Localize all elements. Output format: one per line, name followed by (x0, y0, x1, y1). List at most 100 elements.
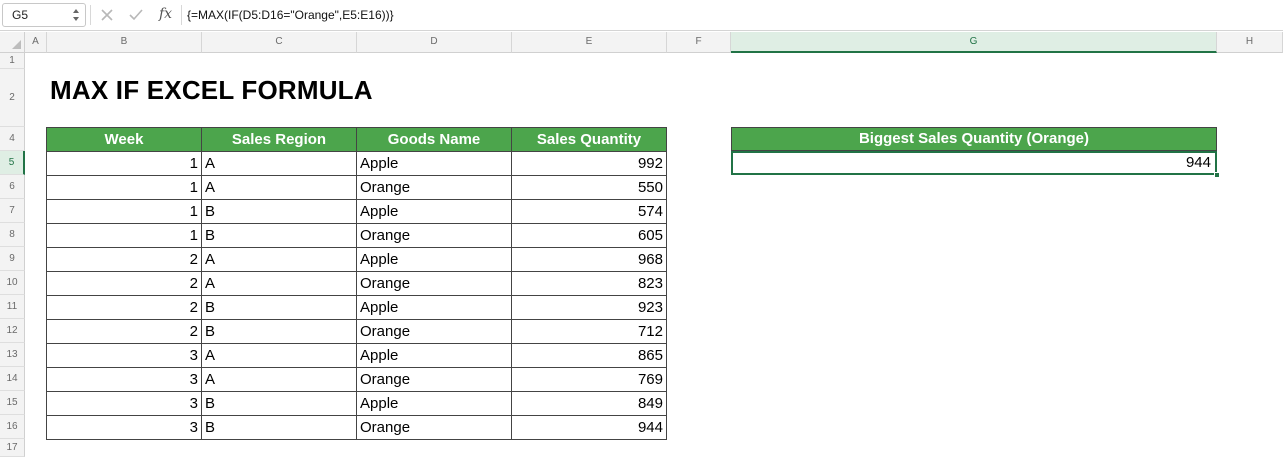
cell-goods[interactable]: Apple (356, 199, 512, 224)
cell-region[interactable]: B (201, 223, 357, 248)
name-box-stepper-icon[interactable] (72, 7, 80, 23)
cell-quantity[interactable]: 923 (511, 295, 667, 320)
cell-region[interactable]: B (201, 415, 357, 440)
table-header-row: Week Sales Region Goods Name Sales Quant… (46, 127, 667, 152)
cell-region[interactable]: B (201, 295, 357, 320)
row-header-15[interactable]: 15 (0, 391, 25, 415)
cell-goods[interactable]: Apple (356, 151, 512, 176)
row-header-4[interactable]: 4 (0, 127, 25, 151)
cell-quantity[interactable]: 865 (511, 343, 667, 368)
cell-goods[interactable]: Apple (356, 247, 512, 272)
row-header-1[interactable]: 1 (0, 53, 25, 69)
cell-goods[interactable]: Orange (356, 271, 512, 296)
check-icon[interactable] (126, 5, 146, 25)
cell-goods[interactable]: Apple (356, 343, 512, 368)
row-header-7[interactable]: 7 (0, 199, 25, 223)
cell-quantity[interactable]: 823 (511, 271, 667, 296)
cell-region[interactable]: B (201, 319, 357, 344)
fill-handle[interactable] (1214, 172, 1220, 178)
cell-goods[interactable]: Orange (356, 319, 512, 344)
table-row: 1 A Orange 550 (46, 175, 667, 200)
table-row: 2 B Orange 712 (46, 319, 667, 344)
cell-goods[interactable]: Orange (356, 175, 512, 200)
cell-region[interactable]: B (201, 199, 357, 224)
cell-quantity[interactable]: 968 (511, 247, 667, 272)
cell-region[interactable]: A (201, 175, 357, 200)
cell-week[interactable]: 3 (46, 391, 202, 416)
row-header-6[interactable]: 6 (0, 175, 25, 199)
result-header[interactable]: Biggest Sales Quantity (Orange) (731, 127, 1217, 151)
cell-region[interactable]: B (201, 391, 357, 416)
cell-goods[interactable]: Apple (356, 391, 512, 416)
cell-week[interactable]: 1 (46, 223, 202, 248)
cell-quantity[interactable]: 769 (511, 367, 667, 392)
header-sales-region[interactable]: Sales Region (201, 127, 357, 152)
cell-quantity[interactable]: 605 (511, 223, 667, 248)
header-sales-quantity[interactable]: Sales Quantity (511, 127, 667, 152)
cell-region[interactable]: A (201, 367, 357, 392)
cell-quantity[interactable]: 550 (511, 175, 667, 200)
formula-bar-divider (90, 5, 91, 25)
column-header-g[interactable]: G (731, 32, 1217, 53)
cell-goods[interactable]: Orange (356, 223, 512, 248)
x-icon[interactable] (97, 5, 117, 25)
cell-quantity[interactable]: 944 (511, 415, 667, 440)
result-cell-g5[interactable]: 944 (731, 151, 1217, 175)
row-header-5[interactable]: 5 (0, 151, 25, 175)
formula-input[interactable]: {=MAX(IF(D5:D16="Orange",E5:E16))} (187, 8, 394, 22)
row-header-8[interactable]: 8 (0, 223, 25, 247)
cell-quantity[interactable]: 992 (511, 151, 667, 176)
row-header-11[interactable]: 11 (0, 295, 25, 319)
sheet-title[interactable]: MAX IF EXCEL FORMULA (50, 75, 373, 106)
row-header-2[interactable]: 2 (0, 69, 25, 127)
row-header-10[interactable]: 10 (0, 271, 25, 295)
cell-week[interactable]: 1 (46, 199, 202, 224)
table-row: 2 A Orange 823 (46, 271, 667, 296)
formula-bar: G5 fx {=MAX(IF(D5:D16="Orange",E5:E16))} (0, 0, 1283, 31)
header-week[interactable]: Week (46, 127, 202, 152)
cell-week[interactable]: 2 (46, 247, 202, 272)
table-row: 1 B Orange 605 (46, 223, 667, 248)
cell-quantity[interactable]: 712 (511, 319, 667, 344)
row-header-12[interactable]: 12 (0, 319, 25, 343)
cell-week[interactable]: 3 (46, 367, 202, 392)
cell-quantity[interactable]: 849 (511, 391, 667, 416)
cell-week[interactable]: 2 (46, 295, 202, 320)
column-header-b[interactable]: B (47, 32, 202, 53)
cell-week[interactable]: 1 (46, 151, 202, 176)
table-row: 3 B Orange 944 (46, 415, 667, 440)
cell-week[interactable]: 3 (46, 343, 202, 368)
select-all-corner[interactable] (0, 32, 25, 53)
cell-week[interactable]: 2 (46, 271, 202, 296)
cell-goods[interactable]: Apple (356, 295, 512, 320)
table-row: 1 B Apple 574 (46, 199, 667, 224)
column-header-h[interactable]: H (1217, 32, 1283, 53)
table-row: 3 B Apple 849 (46, 391, 667, 416)
cell-goods[interactable]: Orange (356, 415, 512, 440)
column-header-c[interactable]: C (202, 32, 357, 53)
cell-week[interactable]: 1 (46, 175, 202, 200)
cell-region[interactable]: A (201, 271, 357, 296)
header-goods-name[interactable]: Goods Name (356, 127, 512, 152)
cell-region[interactable]: A (201, 151, 357, 176)
sales-data-table: Week Sales Region Goods Name Sales Quant… (46, 127, 667, 440)
column-header-d[interactable]: D (357, 32, 512, 53)
cell-week[interactable]: 3 (46, 415, 202, 440)
cell-week[interactable]: 2 (46, 319, 202, 344)
row-header-9[interactable]: 9 (0, 247, 25, 271)
column-header-f[interactable]: F (667, 32, 731, 53)
column-header-a[interactable]: A (25, 32, 47, 53)
name-box[interactable]: G5 (2, 3, 86, 27)
cell-region[interactable]: A (201, 343, 357, 368)
row-header-14[interactable]: 14 (0, 367, 25, 391)
cell-quantity[interactable]: 574 (511, 199, 667, 224)
row-header-13[interactable]: 13 (0, 343, 25, 367)
cell-region[interactable]: A (201, 247, 357, 272)
table-row: 2 A Apple 968 (46, 247, 667, 272)
fx-icon[interactable]: fx (159, 6, 172, 22)
row-header-17[interactable]: 17 (0, 439, 25, 457)
row-header-16[interactable]: 16 (0, 415, 25, 439)
cell-goods[interactable]: Orange (356, 367, 512, 392)
table-row: 3 A Apple 865 (46, 343, 667, 368)
column-header-e[interactable]: E (512, 32, 667, 53)
